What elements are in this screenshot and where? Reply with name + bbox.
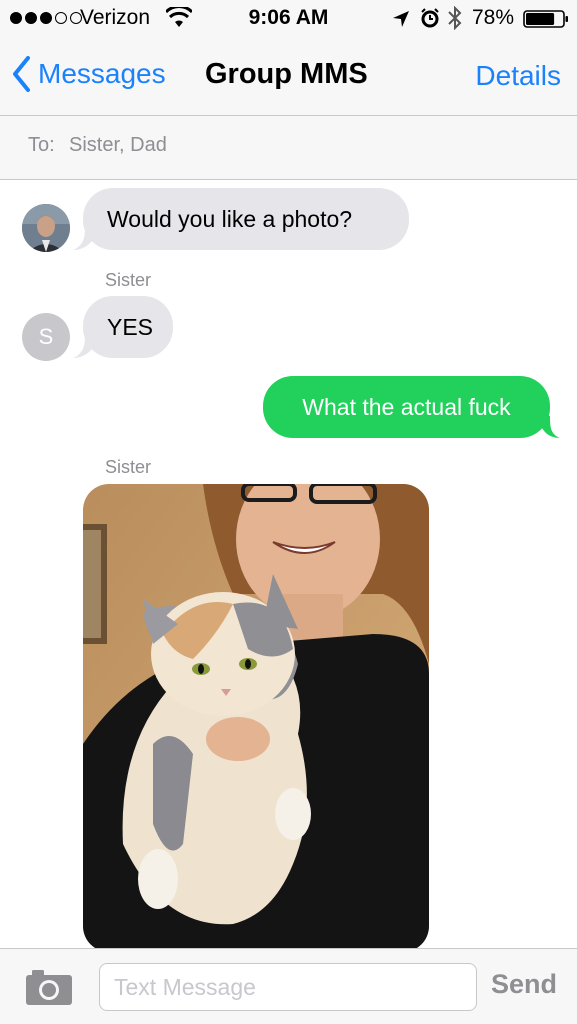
- sender-name: Sister: [105, 270, 152, 290]
- navigation-bar: Messages Group MMS Details: [0, 38, 577, 116]
- cat-photo-image: [83, 484, 429, 952]
- recipients-label: To:: [28, 134, 55, 156]
- recipients-row[interactable]: To: Sister, Dad: [0, 116, 577, 180]
- dad-avatar-photo: [22, 204, 70, 252]
- compose-bar: Send: [0, 948, 577, 1024]
- message-input[interactable]: [99, 963, 477, 1011]
- bluetooth-icon: [448, 6, 462, 30]
- alarm-clock-icon: [421, 8, 439, 28]
- camera-icon[interactable]: [24, 967, 74, 1007]
- message-bubble-incoming[interactable]: Would you like a photo?: [83, 188, 409, 250]
- conversation-title: Group MMS: [205, 58, 368, 90]
- sender-name: Sister: [105, 457, 152, 477]
- back-button[interactable]: Messages: [12, 56, 166, 92]
- send-button[interactable]: Send: [491, 969, 557, 1000]
- bubble-tail: [538, 416, 560, 438]
- message-bubble-incoming[interactable]: YES: [83, 296, 173, 358]
- photo-message[interactable]: [83, 484, 429, 952]
- back-button-label: Messages: [38, 58, 166, 89]
- avatar[interactable]: S: [22, 313, 70, 361]
- message-bubble-outgoing[interactable]: What the actual fuck: [263, 376, 550, 438]
- location-arrow-icon: [393, 11, 409, 27]
- status-bar: Verizon 9:06 AM 78%: [0, 0, 577, 38]
- battery-icon: [523, 10, 568, 28]
- details-button[interactable]: Details: [475, 60, 561, 92]
- battery-percent: 78%: [472, 6, 515, 29]
- chevron-left-icon: [13, 56, 30, 92]
- avatar[interactable]: [22, 204, 70, 252]
- recipients-list: Sister, Dad: [69, 134, 167, 156]
